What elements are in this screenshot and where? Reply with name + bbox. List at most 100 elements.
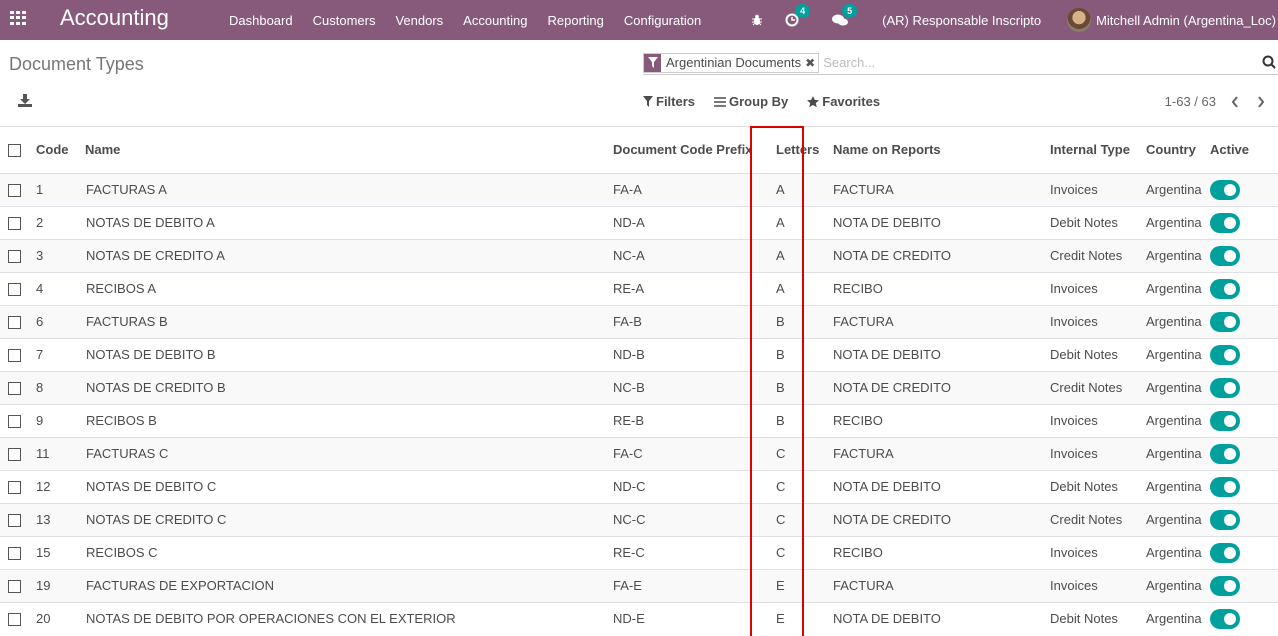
table-row[interactable]: 20 NOTAS DE DEBITO POR OPERACIONES CON EL…	[0, 601, 1278, 635]
row-select-checkbox[interactable]	[8, 316, 21, 330]
active-toggle[interactable]	[1210, 575, 1240, 596]
row-checkbox	[0, 370, 36, 404]
row-select-checkbox[interactable]	[8, 250, 21, 264]
menu-item-accounting[interactable]: Accounting	[463, 13, 527, 28]
column-header-report-name[interactable]: Name on Reports	[823, 127, 1050, 174]
row-select-checkbox[interactable]	[8, 217, 21, 231]
code-cell: 8	[36, 370, 85, 404]
row-select-checkbox[interactable]	[8, 283, 21, 297]
active-toggle[interactable]	[1210, 344, 1240, 365]
active-toggle[interactable]	[1210, 278, 1240, 299]
group-by-button[interactable]: Group By	[714, 94, 788, 109]
country-cell: Argentina	[1146, 370, 1210, 404]
table-row[interactable]: 9 RECIBOS B RE-B B RECIBO Invoices Argentina	[0, 403, 1278, 437]
active-toggle[interactable]	[1210, 212, 1240, 233]
menu-item-vendors[interactable]: Vendors	[395, 13, 443, 28]
table-row[interactable]: 13 NOTAS DE CREDITO C NC-C C NOTA DE CREDITO…	[0, 502, 1278, 536]
user-menu[interactable]: Mitchell Admin (Argentina_Loc)	[1067, 8, 1276, 32]
column-header-prefix[interactable]: Document Code Prefix	[613, 127, 763, 174]
letter-cell: E	[763, 601, 823, 635]
active-toggle[interactable]	[1210, 608, 1240, 629]
app-title[interactable]: Accounting	[60, 5, 169, 31]
user-name: Mitchell Admin (Argentina_Loc)	[1096, 12, 1276, 28]
activities-button[interactable]: 4	[785, 4, 811, 27]
company-switcher[interactable]: (AR) Responsable Inscripto	[882, 13, 1041, 28]
row-select-checkbox[interactable]	[8, 415, 21, 429]
pager-value[interactable]: 1-63 / 63	[1165, 94, 1216, 109]
table-row[interactable]: 19 FACTURAS DE EXPORTACION FA-E E FACTURA Inv…	[0, 568, 1278, 602]
row-select-checkbox[interactable]	[8, 448, 21, 462]
row-select-checkbox[interactable]	[8, 184, 21, 198]
page-title: Document Types	[9, 54, 144, 74]
active-toggle[interactable]	[1210, 311, 1240, 332]
row-select-checkbox[interactable]	[8, 580, 21, 594]
table-row[interactable]: 3 NOTAS DE CREDITO A NC-A A NOTA DE CREDITO C…	[0, 238, 1278, 272]
column-header-name[interactable]: Name	[85, 127, 613, 174]
code-cell: 11	[36, 436, 85, 470]
table-row[interactable]: 11 FACTURAS C FA-C C FACTURA Invoices Argentin…	[0, 436, 1278, 470]
letter-cell: B	[763, 304, 823, 338]
row-checkbox	[0, 304, 36, 338]
active-toggle[interactable]	[1210, 476, 1240, 497]
internal-type-cell: Invoices	[1050, 172, 1146, 206]
active-toggle[interactable]	[1210, 509, 1240, 530]
name-cell: RECIBOS C	[85, 535, 613, 569]
row-select-checkbox[interactable]	[8, 613, 21, 627]
table-row[interactable]: 8 NOTAS DE CREDITO B NC-B B NOTA DE CREDITO C…	[0, 370, 1278, 404]
column-header-code[interactable]: Code	[36, 127, 85, 174]
active-cell	[1210, 271, 1278, 305]
active-toggle[interactable]	[1210, 443, 1240, 464]
active-cell	[1210, 469, 1278, 503]
pager-previous-button[interactable]	[1228, 95, 1242, 109]
group-by-label: Group By	[729, 94, 789, 109]
filters-label: Filters	[656, 94, 696, 109]
document-types-table: Code Name Document Code Prefix Letters N…	[0, 127, 1278, 635]
row-select-checkbox[interactable]	[8, 547, 21, 561]
menu-item-reporting[interactable]: Reporting	[548, 13, 604, 28]
pager-next-button[interactable]	[1254, 95, 1268, 109]
messages-button[interactable]: 5	[832, 4, 858, 27]
download-icon[interactable]	[18, 94, 32, 108]
active-toggle[interactable]	[1210, 179, 1240, 200]
debug-button[interactable]	[751, 14, 763, 26]
active-toggle[interactable]	[1210, 542, 1240, 563]
table-row[interactable]: 6 FACTURAS B FA-B B FACTURA Invoices Argentina	[0, 304, 1278, 338]
table-row[interactable]: 15 RECIBOS C RE-C C RECIBO Invoices Argentina	[0, 535, 1278, 569]
row-checkbox	[0, 601, 36, 635]
column-header-letters[interactable]: Letters	[763, 127, 823, 174]
internal-type-cell: Debit Notes	[1050, 469, 1146, 503]
search-input[interactable]	[823, 55, 1278, 70]
row-select-checkbox[interactable]	[8, 481, 21, 495]
country-cell: Argentina	[1146, 403, 1210, 437]
search-options: Filters Group By Favorites	[643, 94, 899, 109]
internal-type-cell: Invoices	[1050, 304, 1146, 338]
row-select-checkbox[interactable]	[8, 349, 21, 363]
menu-item-configuration[interactable]: Configuration	[624, 13, 701, 28]
active-toggle[interactable]	[1210, 245, 1240, 266]
favorites-button[interactable]: Favorites	[807, 94, 880, 109]
chevron-right-icon	[1258, 95, 1265, 108]
table-row[interactable]: 12 NOTAS DE DEBITO C ND-C C NOTA DE DEBITO De…	[0, 469, 1278, 503]
menu-item-customers[interactable]: Customers	[313, 13, 376, 28]
apps-menu-icon[interactable]	[10, 11, 26, 25]
active-toggle[interactable]	[1210, 377, 1240, 398]
name-cell: NOTAS DE CREDITO C	[85, 502, 613, 536]
active-toggle[interactable]	[1210, 410, 1240, 431]
name-cell: NOTAS DE DEBITO B	[85, 337, 613, 371]
column-header-internal-type[interactable]: Internal Type	[1050, 127, 1146, 174]
letter-cell: B	[763, 403, 823, 437]
table-row[interactable]: 4 RECIBOS A RE-A A RECIBO Invoices Argentina	[0, 271, 1278, 305]
select-all-checkbox[interactable]	[8, 144, 21, 158]
filters-button[interactable]: Filters	[643, 94, 695, 109]
table-row[interactable]: 2 NOTAS DE DEBITO A ND-A A NOTA DE DEBITO Deb…	[0, 205, 1278, 239]
row-select-checkbox[interactable]	[8, 514, 21, 528]
column-header-active[interactable]: Active	[1210, 127, 1278, 174]
table-row[interactable]: 7 NOTAS DE DEBITO B ND-B B NOTA DE DEBITO Deb…	[0, 337, 1278, 371]
row-select-checkbox[interactable]	[8, 382, 21, 396]
column-header-country[interactable]: Country	[1146, 127, 1210, 174]
search-icon[interactable]	[1262, 55, 1276, 69]
table-row[interactable]: 1 FACTURAS A FA-A A FACTURA Invoices Argentina	[0, 172, 1278, 206]
menu-item-dashboard[interactable]: Dashboard	[229, 13, 293, 28]
remove-facet-icon[interactable]: ✖	[805, 54, 818, 72]
prefix-cell: FA-A	[613, 172, 763, 206]
